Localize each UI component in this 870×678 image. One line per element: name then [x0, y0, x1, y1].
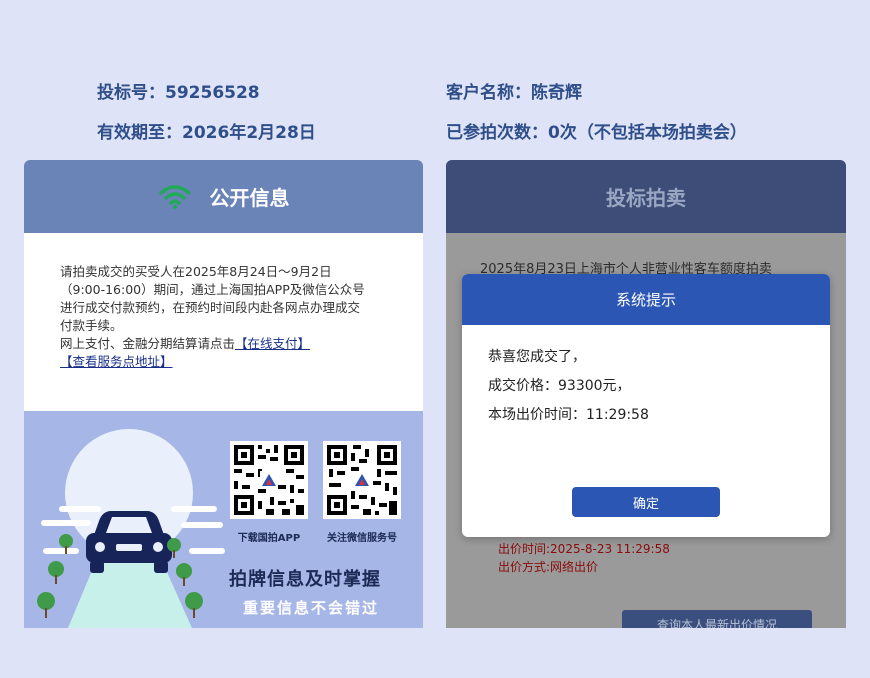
notice-line: 【查看服务点地址】	[60, 353, 387, 371]
promo-slogan-main: 拍牌信息及时掌握	[229, 569, 381, 590]
notice-line: 进行成交付款预约，在预约时间段内赴各网点办理成交	[60, 300, 361, 315]
notice-line: 网上支付、金融分期结算请点击【在线支付】	[60, 335, 387, 353]
wechat-follow-qr-code	[323, 441, 401, 519]
service-points-link[interactable]: 【查看服务点地址】	[60, 354, 173, 369]
dialog-title: 系统提示	[462, 274, 830, 325]
public-info-panel: 公开信息 请拍卖成交的买受人在2025年8月24日～9月2日 （9:00-16:…	[24, 160, 423, 628]
system-prompt-dialog: 系统提示 恭喜您成交了， 成交价格：93300元， 本场出价时间：11:29:5…	[462, 274, 830, 537]
wechat-follow-caption: 关注微信服务号	[327, 533, 397, 544]
query-latest-bid-button[interactable]: 查询本人最新出价情况	[622, 610, 812, 628]
bid-auction-header: 投标拍卖	[446, 160, 846, 233]
promo-banner: 下载国拍APP 关注微信服务号 拍牌信息及时掌握 重要信息不会错过	[24, 411, 423, 628]
notice-line: 请拍卖成交的买受人在2025年8月24日～9月2日	[60, 264, 332, 279]
public-info-header: 公开信息	[24, 160, 423, 233]
confirm-button[interactable]: 确定	[572, 487, 720, 517]
bid-method-text: 出价方式:网络出价	[498, 560, 599, 574]
notice-line: （9:00-16:00）期间，通过上海国拍APP及微信公众号	[60, 282, 365, 297]
online-pay-link[interactable]: 【在线支付】	[235, 336, 310, 351]
bid-time-text: 出价时间:2025-8-23 11:29:58	[498, 542, 670, 556]
customer-name-label: 客户名称：陈奇辉	[446, 83, 582, 103]
bid-number-label: 投标号：59256528	[97, 83, 260, 103]
car-illustration	[37, 429, 225, 628]
wifi-icon	[158, 184, 192, 210]
participation-count-label: 已参拍次数：0次（不包括本场拍卖会）	[446, 123, 747, 143]
valid-until-label: 有效期至：2026年2月28日	[97, 123, 316, 143]
dialog-bid-time-text: 本场出价时间：11:29:58	[488, 407, 649, 423]
app-download-qr-code	[230, 441, 308, 519]
bid-auction-title: 投标拍卖	[606, 186, 686, 210]
notice-line: 付款手续。	[60, 318, 123, 333]
settlement-notice: 请拍卖成交的买受人在2025年8月24日～9月2日 （9:00-16:00）期间…	[24, 233, 423, 381]
public-info-title: 公开信息	[209, 186, 290, 210]
dialog-congrats-text: 恭喜您成交了，	[488, 349, 586, 365]
promo-slogan-sub: 重要信息不会错过	[243, 599, 380, 617]
payment-prompt-text: 网上支付、金融分期结算请点击	[60, 336, 236, 351]
dialog-deal-price-text: 成交价格：93300元，	[488, 378, 631, 394]
